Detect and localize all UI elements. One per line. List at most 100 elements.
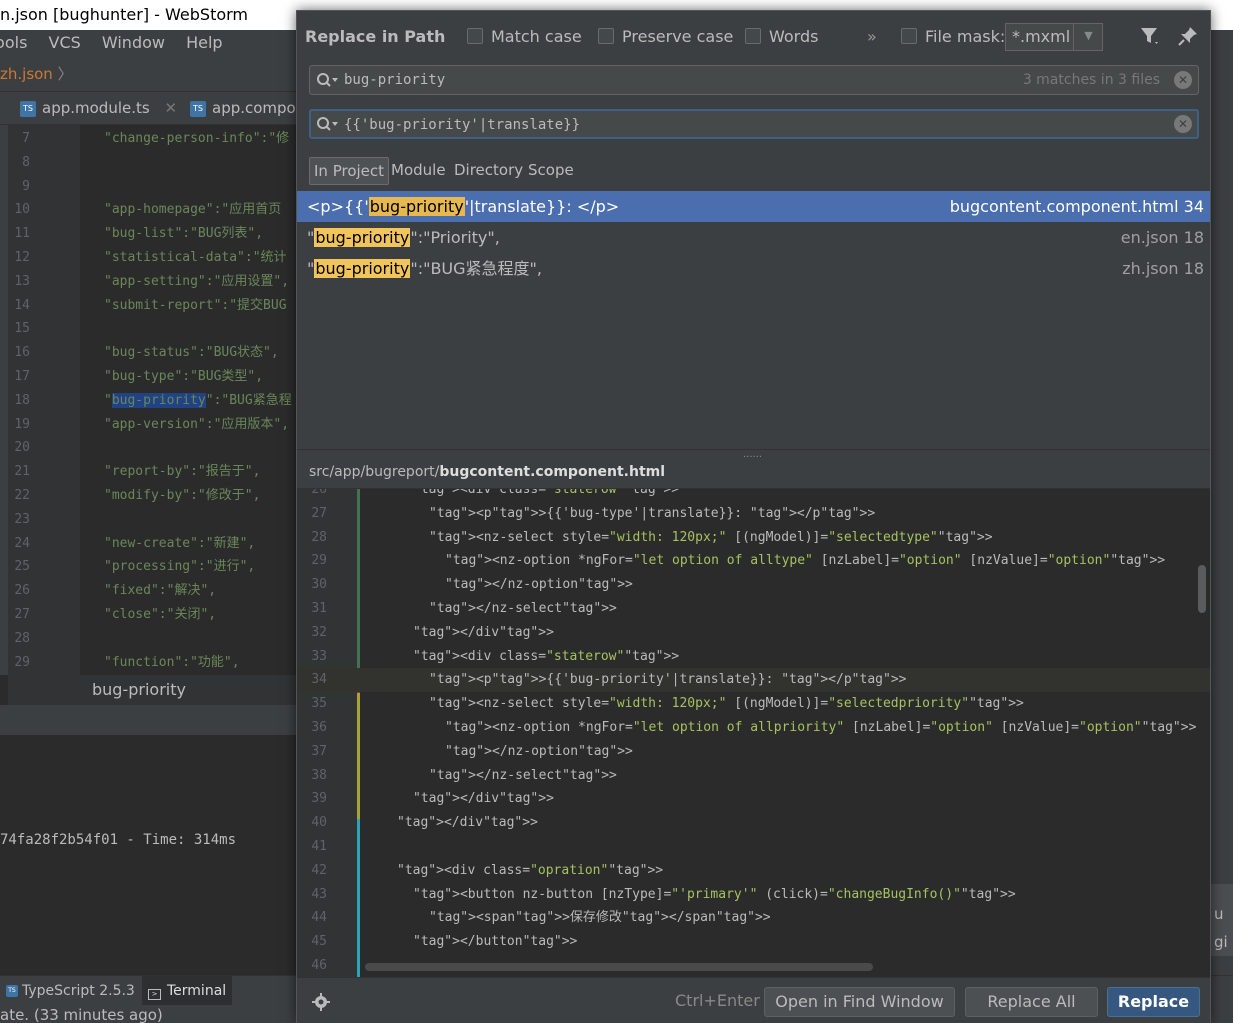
notification-balloon[interactable]: ugi is r <box>1210 884 1233 956</box>
terminal-output: 74fa28f2b54f01 - Time: 314ms <box>0 832 237 848</box>
code-text: "tag"></nz-select"tag">> <box>429 767 617 783</box>
clear-icon[interactable]: ✕ <box>1174 71 1192 89</box>
code-text: "bug-priority":"BUG紧急程 <box>104 392 292 408</box>
preview-line: 45 "tag"></button"tag">> <box>297 930 1210 954</box>
preserve-case-checkbox[interactable]: Preserve case <box>598 27 733 46</box>
menu-window[interactable]: Window <box>102 33 165 52</box>
menu-vcs[interactable]: VCS <box>49 33 81 52</box>
chevron-down-icon[interactable]: ▼ <box>1073 23 1103 51</box>
scope-in-project[interactable]: In Project <box>309 157 390 185</box>
line-number: 28 <box>14 630 30 646</box>
typescript-icon: TS <box>6 985 18 997</box>
vertical-scrollbar[interactable] <box>1198 565 1206 613</box>
line-number: 40 <box>311 815 327 831</box>
line-number: 22 <box>14 488 30 503</box>
scope-scope[interactable]: Scope <box>528 157 574 185</box>
preview-line: 33 "tag"><div class="staterow""tag">> <box>297 645 1210 669</box>
result-row[interactable]: "bug-priority":"Priority", en.json 18 <box>297 222 1210 253</box>
search-icon[interactable] <box>316 116 340 132</box>
line-number: 9 <box>22 178 30 194</box>
preview-line: 27 "tag"><p"tag">>{{'bug-type'|translate}… <box>297 502 1210 526</box>
replace-field[interactable]: {{'bug-priority'|translate}} ✕ <box>309 109 1199 139</box>
result-row[interactable]: <p>{{'bug-priority'|translate}}: </p> bug… <box>297 191 1210 222</box>
replace-all-button[interactable]: Replace All <box>965 987 1098 1017</box>
line-number: 46 <box>311 958 327 973</box>
splitter-handle[interactable]: ...... <box>297 449 1210 460</box>
code-text: "tag"></nz-option"tag">> <box>445 743 633 759</box>
search-icon[interactable] <box>316 72 340 88</box>
replace-button[interactable]: Replace <box>1107 987 1200 1017</box>
result-text: "bug-priority":"BUG紧急程度", <box>307 259 542 278</box>
shortcut-hint: Ctrl+Enter <box>675 991 760 1010</box>
code-text: "app-homepage":"应用首页 <box>104 202 282 218</box>
line-number: 26 <box>14 583 30 599</box>
open-in-find-window-button[interactable]: Open in Find Window <box>764 987 955 1017</box>
line-number: 19 <box>14 416 30 432</box>
checkbox-box[interactable] <box>467 28 483 44</box>
tab-app-module[interactable]: TS app.module.ts ✕ <box>20 92 177 125</box>
code-text: "submit-report":"提交BUG <box>104 297 287 313</box>
code-text: "tag"></div"tag">> <box>413 791 554 807</box>
preview-line: 38 "tag"></nz-select"tag">> <box>297 764 1210 788</box>
preview-line: 41 <box>297 835 1210 859</box>
code-text: "bug-list":"BUG列表", <box>104 226 264 242</box>
code-text: "app-version":"应用版本", <box>104 416 290 432</box>
gear-icon[interactable] <box>311 992 331 1012</box>
line-number: 17 <box>14 369 30 384</box>
line-number: 13 <box>14 273 30 289</box>
line-number: 31 <box>311 601 327 616</box>
checkbox-box[interactable] <box>901 28 917 44</box>
line-number: 16 <box>14 345 30 361</box>
menu-tools[interactable]: Tools <box>0 33 27 52</box>
scope-directory[interactable]: Directory <box>454 157 523 185</box>
checkbox-box[interactable] <box>745 28 761 44</box>
checkbox-box[interactable] <box>598 28 614 44</box>
line-number: 34 <box>311 672 327 688</box>
code-text: "bug-status":"BUG状态", <box>104 345 279 361</box>
preview-file-path: src/app/bugreport/bugcontent.component.h… <box>297 459 1210 489</box>
horizontal-scrollbar[interactable] <box>365 963 873 971</box>
checkbox-label: Preserve case <box>622 27 734 46</box>
scope-module[interactable]: Module <box>391 157 446 185</box>
pin-icon[interactable] <box>1177 25 1199 47</box>
tool-tab-terminal[interactable]: > Terminal <box>142 976 233 1006</box>
preview-line: 30 "tag"></nz-option"tag">> <box>297 573 1210 597</box>
preview-line: 26 "tag"><div class="staterow""tag">> <box>297 489 1210 502</box>
tab-app-component[interactable]: TS app.compon <box>190 92 305 125</box>
close-tab-icon[interactable]: ✕ <box>164 99 177 117</box>
code-text: "modify-by":"修改于", <box>104 488 261 503</box>
match-case-checkbox[interactable]: Match case <box>467 27 582 46</box>
preview-line: 44 "tag"><span"tag">>保存修改"tag"></span"tag… <box>297 906 1210 930</box>
filter-icon[interactable] <box>1139 25 1161 47</box>
words-checkbox[interactable]: Words <box>745 27 818 46</box>
terminal-icon: > <box>148 989 161 1000</box>
replace-input[interactable]: {{'bug-priority'|translate}} <box>344 111 580 139</box>
more-options-button[interactable]: » <box>867 27 877 46</box>
search-field[interactable]: bug-priority 3 matches in 3 files ✕ <box>309 65 1199 95</box>
search-input[interactable]: bug-priority <box>344 66 445 94</box>
result-text: "bug-priority":"Priority", <box>307 228 500 247</box>
line-number: 15 <box>14 321 30 337</box>
preview-line: 39 "tag"></div"tag">> <box>297 787 1210 811</box>
file-mask-checkbox[interactable]: File mask: <box>901 27 1005 46</box>
code-text: "tag"><nz-option *ngFor="let option of a… <box>445 720 1197 735</box>
code-text: "tag"></nz-option"tag">> <box>445 577 633 593</box>
right-tool-strip <box>1210 56 1233 1006</box>
menu-help[interactable]: Help <box>186 33 222 52</box>
clear-icon[interactable]: ✕ <box>1174 115 1192 133</box>
line-number: 25 <box>14 559 30 575</box>
code-text: "tag"></div"tag">> <box>397 815 538 831</box>
line-number: 21 <box>14 464 30 480</box>
line-number: 23 <box>14 511 30 527</box>
line-number: 27 <box>14 607 30 622</box>
nav-file[interactable]: zh.json <box>0 65 53 83</box>
result-row[interactable]: "bug-priority":"BUG紧急程度", zh.json 18 <box>297 253 1210 284</box>
line-number: 39 <box>311 791 327 807</box>
breadcrumb-item[interactable]: bug-priority <box>92 680 186 699</box>
tab-label: app.compon <box>212 99 306 117</box>
editor-tab-bar: TS app.module.ts ✕ TS app.compon <box>0 92 305 125</box>
preview-line: 37 "tag"></nz-option"tag">> <box>297 740 1210 764</box>
result-file: en.json 18 <box>1120 228 1204 247</box>
tool-tab-typescript[interactable]: TS TypeScript 2.5.3 <box>0 976 141 1006</box>
code-text: "tag"><button nz-button [nzType]="'prima… <box>413 886 1016 902</box>
